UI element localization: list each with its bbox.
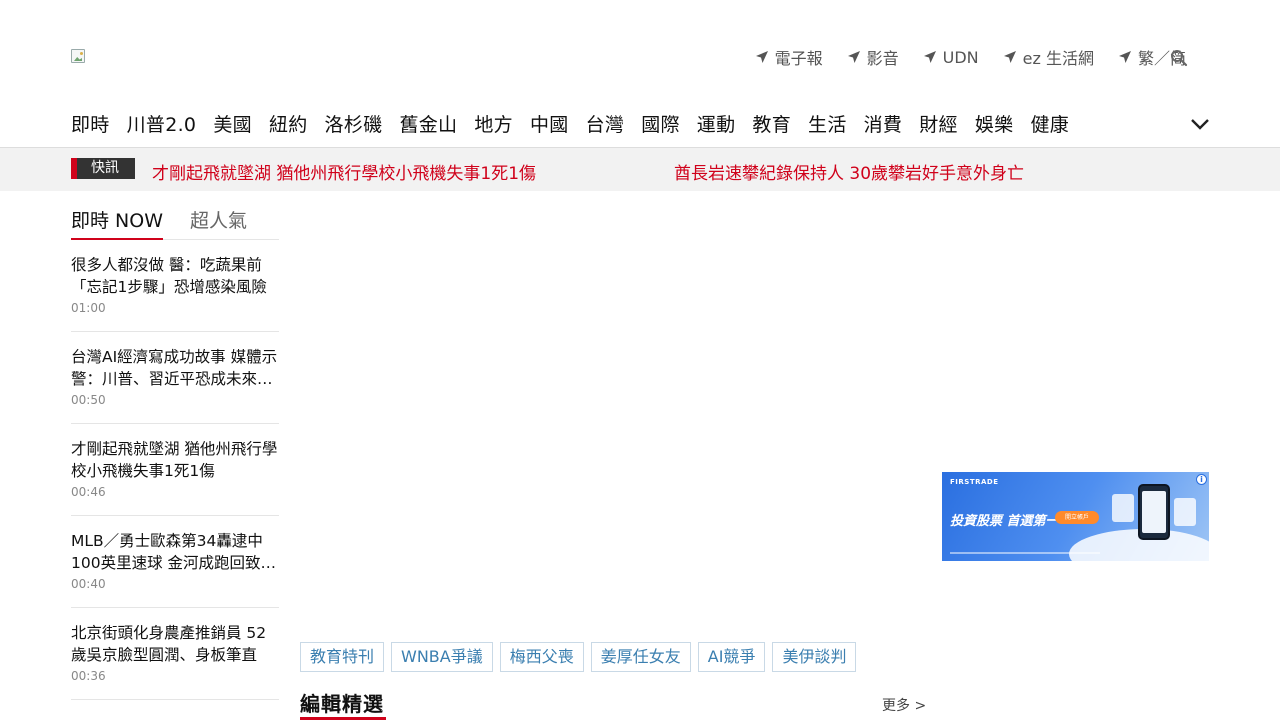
top-link-label: UDN (942, 47, 979, 67)
news-title: 才剛起飛就墜湖 猶他州飛行學校小飛機失事1死1傷 (71, 440, 278, 480)
tag-jiang[interactable]: 姜厚任女友 (590, 642, 691, 672)
tag-us-iran[interactable]: 美伊談判 (772, 642, 857, 672)
ad-phone-graphic (1138, 484, 1170, 540)
sidebar-tabs: 即時 NOW 超人氣 (71, 208, 279, 240)
top-link-label: 影音 (866, 49, 899, 68)
hot-tags: 教育特刊 WNBA爭議 梅西父喪 姜厚任女友 AI競爭 美伊談判 (300, 642, 863, 672)
instant-news-list: 很多人都沒做 醫：吃蔬果前「忘記1步驟」恐增感染風險 01:00 台灣AI經濟寫… (71, 240, 279, 700)
nav-item-losangeles[interactable]: 洛杉磯 (325, 110, 383, 137)
top-link-label: 電子報 (774, 49, 823, 68)
send-icon (1118, 51, 1131, 63)
list-item[interactable]: MLB／勇士歐森第34轟逮中100英里速球 金河成跑回致勝分 00:40 (71, 516, 279, 608)
ad-card-graphic (1112, 494, 1134, 522)
more-link[interactable]: 更多 > (882, 695, 926, 715)
news-title: MLB／勇士歐森第34轟逮中100英里速球 金河成跑回致勝分 (71, 532, 277, 572)
site-logo[interactable] (71, 49, 87, 65)
list-item[interactable]: 才剛起飛就墜湖 猶他州飛行學校小飛機失事1死1傷 00:46 (71, 424, 279, 516)
ad-card-graphic (1174, 498, 1196, 526)
search-icon[interactable] (1170, 49, 1188, 67)
tab-popular[interactable]: 超人氣 (190, 208, 247, 240)
ad-banner[interactable]: FIRSTRADE 投資股票 首選第一 開立帳戶 i (942, 472, 1209, 561)
ad-slogan: 投資股票 首選第一 (950, 514, 1059, 529)
news-title: 北京街頭化身農產推銷員 52歲吳京臉型圓潤、身板筆直 (71, 624, 267, 664)
nav-item-entertainment[interactable]: 娛樂 (975, 110, 1014, 137)
top-link-newsletter[interactable]: 電子報 (755, 45, 823, 69)
news-time: 01:00 (71, 301, 106, 315)
top-link-label: ez 生活網 (1022, 49, 1094, 68)
tag-education[interactable]: 教育特刊 (300, 642, 385, 672)
tab-now[interactable]: 即時 NOW (71, 208, 163, 240)
nav-item-sports[interactable]: 運動 (697, 110, 736, 137)
news-title: 台灣AI經濟寫成功故事 媒體示警：川普、習近平恐成未來最大變數 (71, 348, 278, 388)
nav-item-international[interactable]: 國際 (641, 110, 680, 137)
ad-info-icon[interactable]: i (1196, 474, 1207, 485)
nav-item-newyork[interactable]: 紐約 (269, 110, 308, 137)
nav-item-usa[interactable]: 美國 (213, 110, 252, 137)
news-time: 00:40 (71, 577, 106, 591)
breaking-headline[interactable]: 酋長岩速攀紀錄保持人 30歲攀岩好手意外身亡 (674, 159, 1024, 184)
send-icon (1003, 51, 1016, 63)
news-time: 00:46 (71, 485, 106, 499)
send-icon (847, 51, 860, 63)
nav-item-sanfrancisco[interactable]: 舊金山 (399, 110, 457, 137)
nav-item-trump[interactable]: 川普2.0 (127, 110, 197, 137)
breaking-headline[interactable]: 才剛起飛就墜湖 猶他州飛行學校小飛機失事1死1傷 (152, 159, 536, 184)
top-link-ez[interactable]: ez 生活網 (1003, 45, 1094, 69)
main-nav: 即時 川普2.0 美國 紐約 洛杉磯 舊金山 地方 中國 台灣 國際 運動 教育… (71, 108, 1086, 138)
send-icon (755, 51, 768, 63)
send-icon (923, 51, 936, 63)
news-time: 00:36 (71, 669, 106, 683)
ad-brand: FIRSTRADE (950, 478, 999, 486)
nav-item-education[interactable]: 教育 (752, 110, 791, 137)
nav-item-consumer[interactable]: 消費 (864, 110, 903, 137)
tag-ai[interactable]: AI競爭 (697, 642, 766, 672)
nav-item-life[interactable]: 生活 (808, 110, 847, 137)
list-item[interactable]: 很多人都沒做 醫：吃蔬果前「忘記1步驟」恐增感染風險 01:00 (71, 240, 279, 332)
news-title: 很多人都沒做 醫：吃蔬果前「忘記1步驟」恐增感染風險 (71, 256, 267, 296)
chevron-down-icon[interactable] (1189, 115, 1211, 133)
ad-cta-button[interactable]: 開立帳戶 (1055, 511, 1099, 524)
nav-item-china[interactable]: 中國 (530, 110, 569, 137)
nav-item-local[interactable]: 地方 (474, 110, 513, 137)
news-time: 00:50 (71, 393, 106, 407)
top-link-video[interactable]: 影音 (847, 45, 899, 69)
nav-item-instant[interactable]: 即時 (71, 110, 110, 137)
broken-image-icon (71, 49, 85, 63)
top-links: 電子報 影音 UDN ez 生活網 繁／简 (731, 46, 1186, 68)
editor-picks-title: 編輯精選 (300, 692, 384, 716)
list-item[interactable]: 台灣AI經濟寫成功故事 媒體示警：川普、習近平恐成未來最大變數 00:50 (71, 332, 279, 424)
tag-messi[interactable]: 梅西父喪 (499, 642, 584, 672)
nav-item-finance[interactable]: 財經 (919, 110, 958, 137)
nav-item-health[interactable]: 健康 (1030, 110, 1069, 137)
nav-item-taiwan[interactable]: 台灣 (586, 110, 625, 137)
breaking-badge: 快訊 (71, 158, 135, 179)
list-item[interactable]: 北京街頭化身農產推銷員 52歲吳京臉型圓潤、身板筆直 00:36 (71, 608, 279, 700)
breaking-news-bar: 快訊 才剛起飛就墜湖 猶他州飛行學校小飛機失事1死1傷 酋長岩速攀紀錄保持人 3… (0, 148, 1280, 191)
tag-wnba[interactable]: WNBA爭議 (391, 642, 493, 672)
top-link-udn[interactable]: UDN (923, 48, 979, 67)
